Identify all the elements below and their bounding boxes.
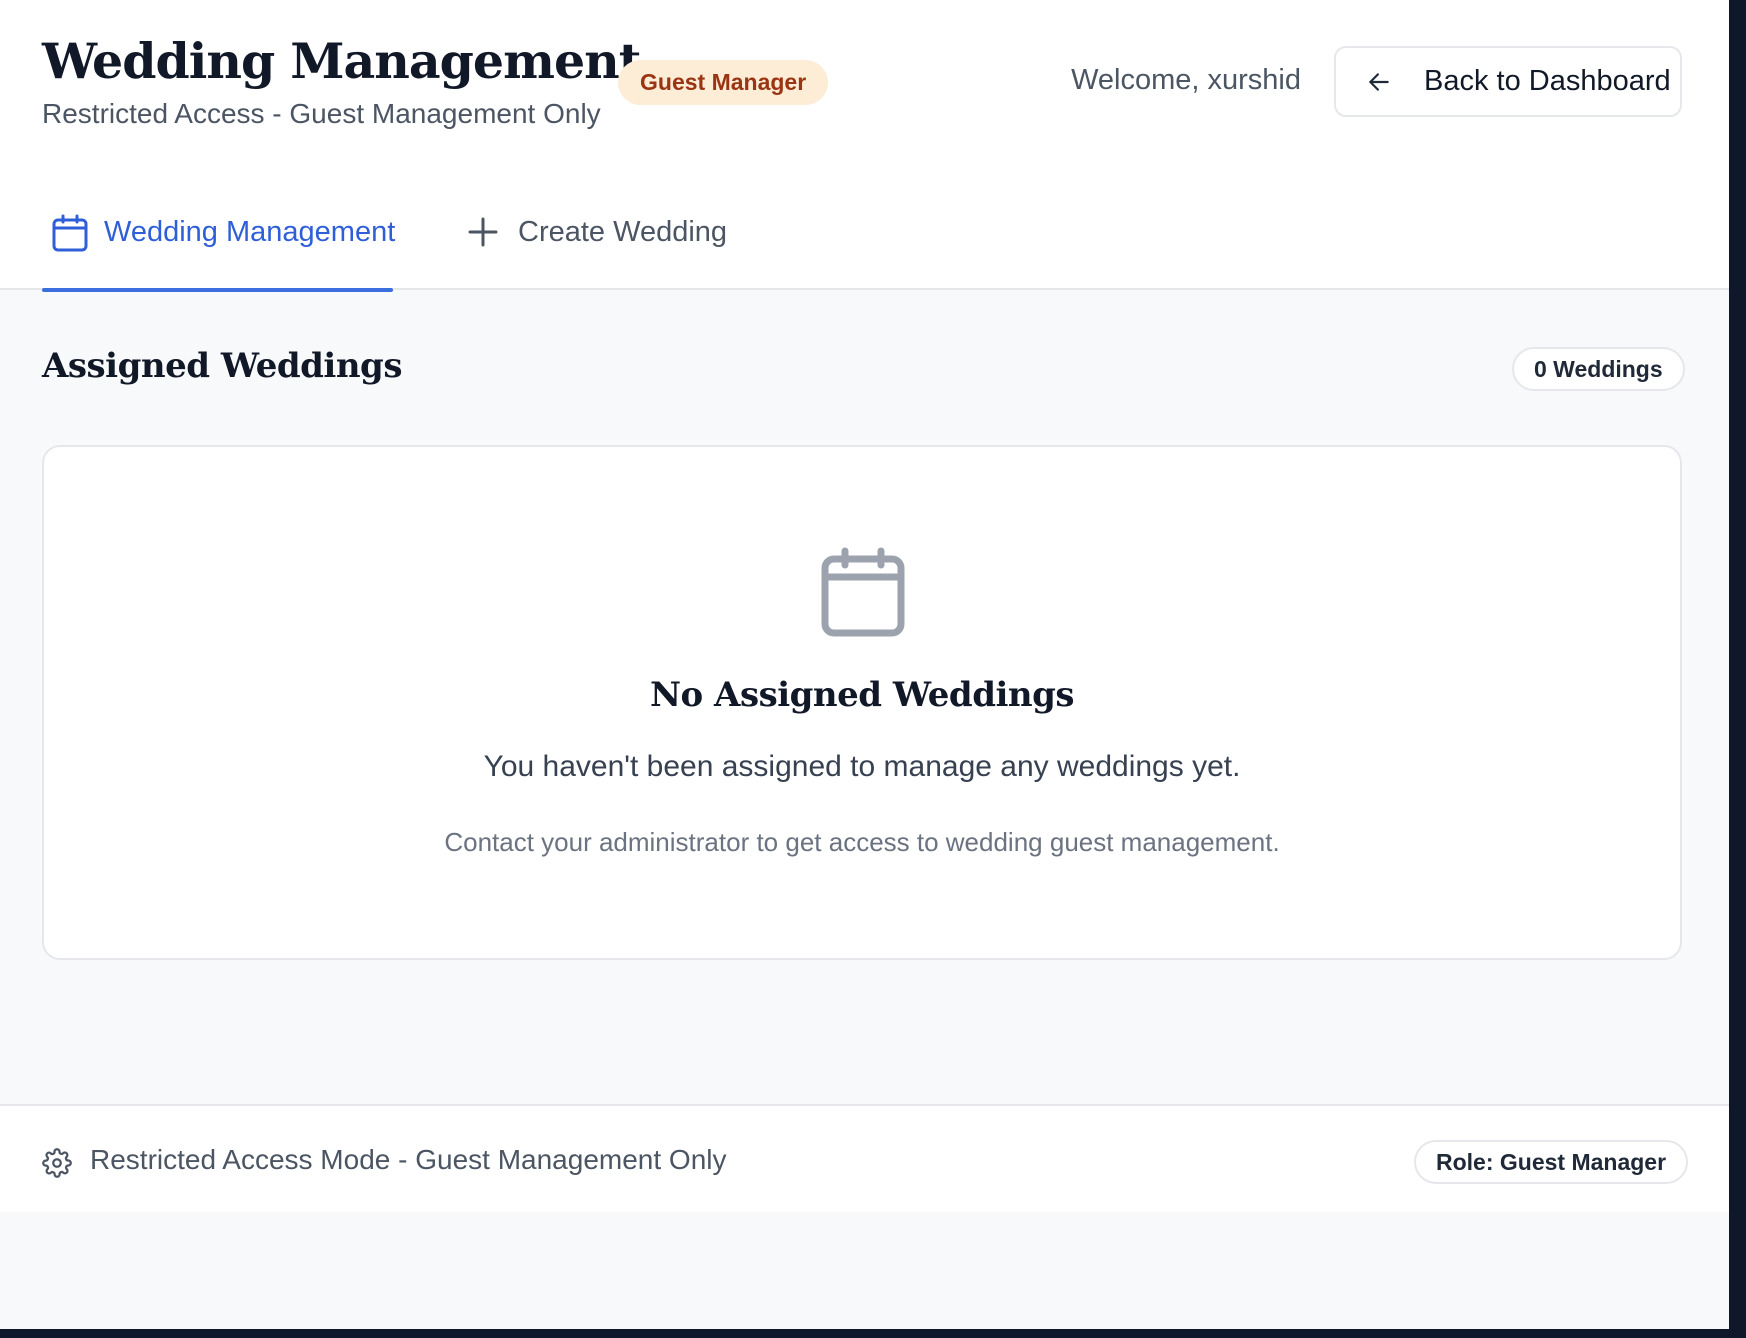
- gear-icon: [42, 1148, 72, 1178]
- empty-state-message: You haven't been assigned to manage any …: [483, 750, 1241, 783]
- empty-state-title: No Assigned Weddings: [649, 675, 1075, 715]
- calendar-icon: [52, 214, 88, 252]
- empty-state-help: Contact your administrator to get access…: [444, 827, 1280, 857]
- tab-wedding-management[interactable]: Wedding Management: [42, 206, 396, 292]
- tab-create-wedding[interactable]: Create Wedding: [466, 206, 727, 290]
- tab-label: Create Wedding: [518, 216, 728, 248]
- calendar-icon: [820, 547, 906, 637]
- page-title: Wedding Management: [42, 32, 641, 90]
- section-title: Assigned Weddings: [42, 346, 402, 386]
- app-window: Wedding Management Restricted Access - G…: [0, 0, 1729, 1329]
- restricted-mode-text: Restricted Access Mode - Guest Managemen…: [90, 1144, 727, 1175]
- back-to-dashboard-label: Back to Dashboard: [1424, 65, 1671, 97]
- role-pill: Role: Guest Manager: [1414, 1140, 1689, 1184]
- role-badge: Guest Manager: [618, 60, 829, 105]
- arrow-left-icon: [1364, 67, 1394, 97]
- back-to-dashboard-button[interactable]: Back to Dashboard: [1334, 46, 1682, 117]
- empty-state-card: No Assigned Weddings You haven't been as…: [42, 445, 1682, 960]
- welcome-text: Welcome, xurshid: [1071, 64, 1301, 96]
- page-subtitle: Restricted Access - Guest Management Onl…: [42, 98, 601, 129]
- footer: Restricted Access Mode - Guest Managemen…: [0, 1104, 1729, 1212]
- weddings-count-badge: 0 Weddings: [1512, 347, 1685, 391]
- header: Wedding Management Restricted Access - G…: [0, 0, 1729, 292]
- tab-label: Wedding Management: [104, 216, 396, 248]
- plus-icon: [466, 214, 502, 252]
